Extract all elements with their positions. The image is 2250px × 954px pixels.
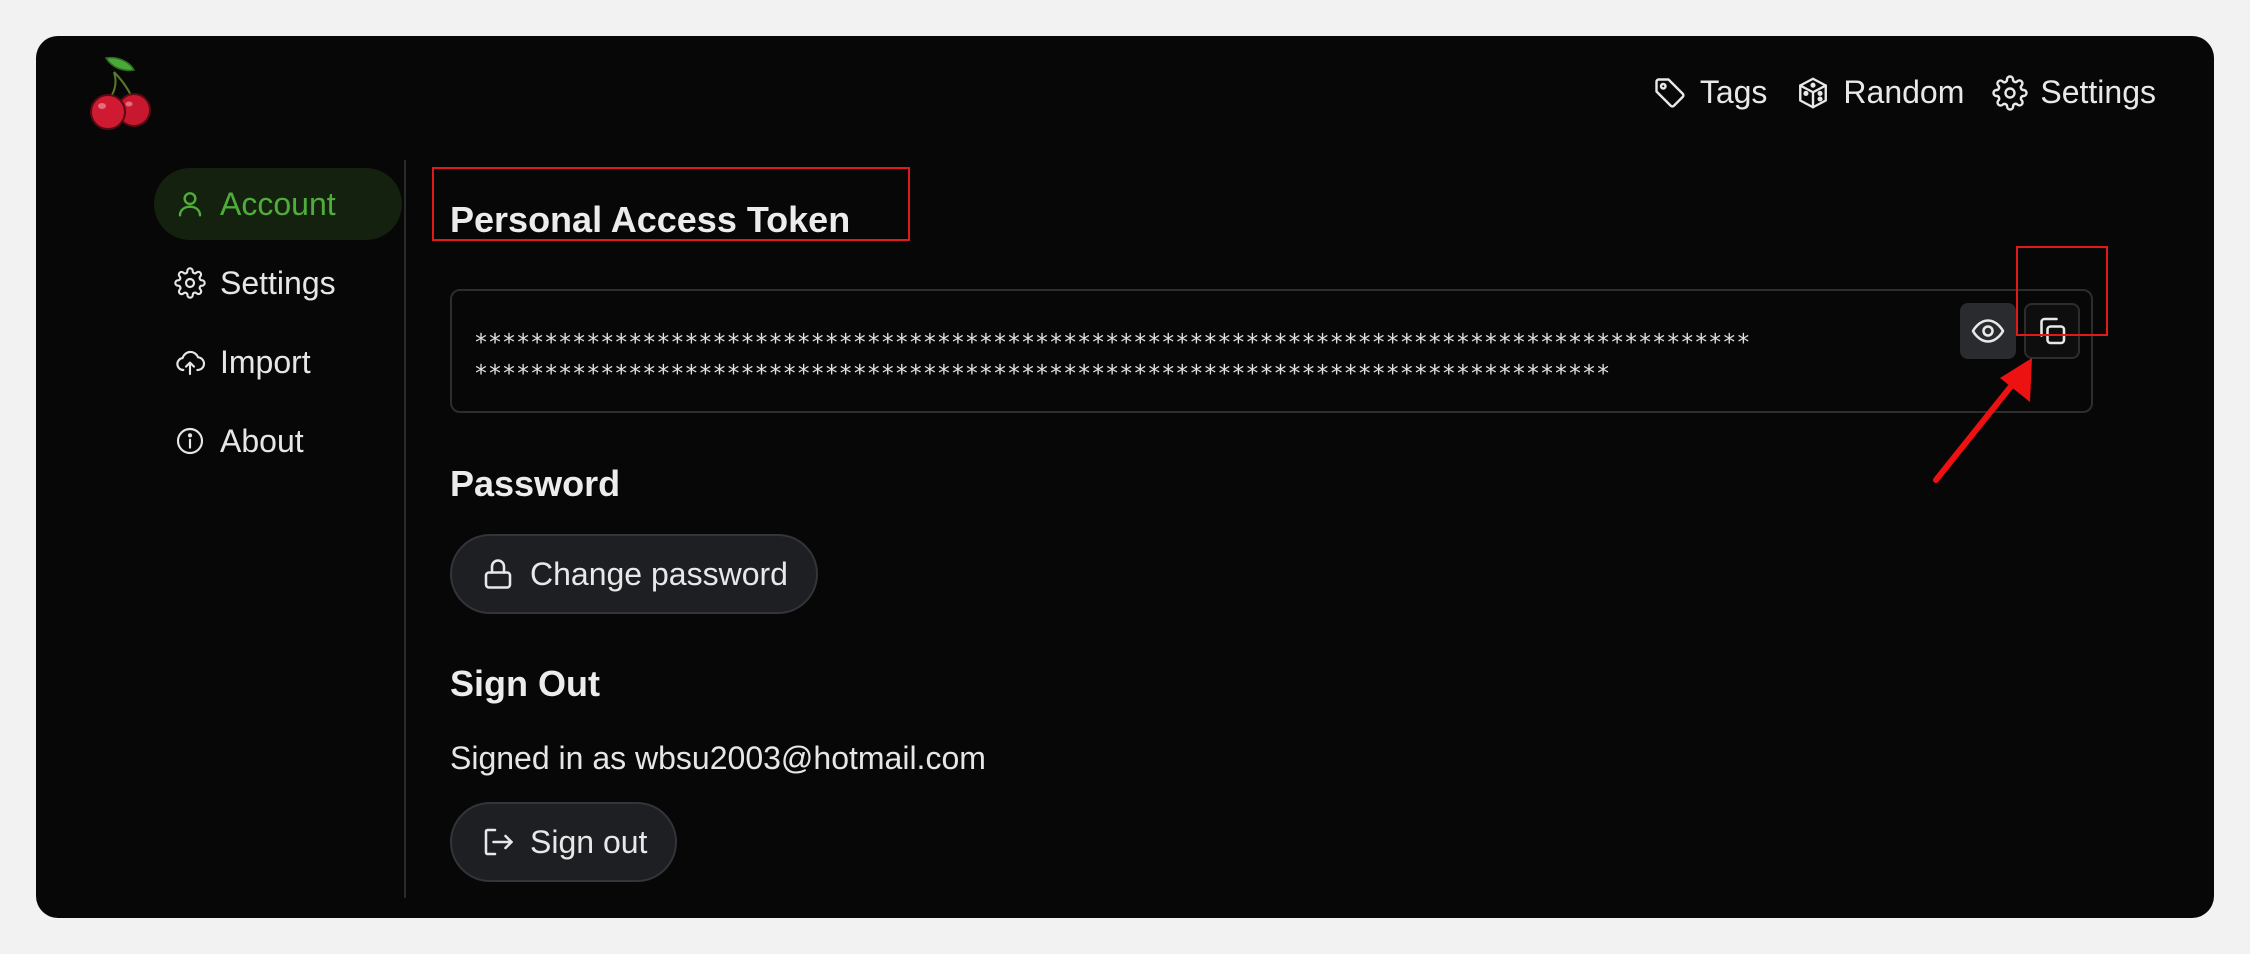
sidebar-item-label: Import (220, 343, 311, 380)
annotation-copy-button-box (2016, 246, 2108, 336)
gear-icon (174, 267, 206, 299)
change-password-button[interactable]: Change password (450, 534, 818, 614)
sidebar-item-account[interactable]: Account (154, 168, 402, 240)
sidebar-item-label: Settings (220, 264, 336, 301)
sidebar-item-label: About (220, 422, 304, 459)
nav-random[interactable]: Random (1795, 74, 1964, 111)
nav-random-label: Random (1843, 74, 1965, 110)
top-nav: Tags Random Settings (1652, 74, 2156, 111)
cloud-upload-icon (176, 350, 206, 376)
app-window: Tags Random Settings Account Settings Im… (36, 36, 2214, 918)
sidebar-item-label: Account (220, 185, 336, 222)
tag-icon (1655, 77, 1685, 108)
change-password-label: Change password (530, 555, 788, 592)
sidebar-item-settings[interactable]: Settings (154, 247, 402, 319)
nav-settings-label: Settings (2040, 74, 2156, 110)
sign-out-label: Sign out (530, 823, 648, 860)
token-value-line-1: ****************************************… (474, 329, 1751, 356)
annotation-arrow-icon (1933, 358, 2032, 483)
signed-in-text: Signed in as wbsu2003@hotmail.com (450, 740, 986, 776)
sidebar-item-import[interactable]: Import (154, 326, 402, 398)
token-field: ****************************************… (450, 289, 2093, 413)
nav-settings[interactable]: Settings (1992, 74, 2156, 111)
sidebar-divider (404, 160, 406, 898)
token-value[interactable]: ****************************************… (474, 327, 1954, 389)
sign-out-button[interactable]: Sign out (450, 802, 678, 882)
gear-icon (1992, 74, 2028, 111)
user-icon (178, 192, 202, 217)
password-heading: Password (450, 463, 621, 504)
signout-heading: Sign Out (450, 663, 600, 704)
info-icon (176, 427, 204, 455)
sidebar: Account Settings Import About (154, 168, 402, 484)
annotation-token-heading-box (432, 167, 910, 241)
cherry-logo[interactable] (84, 54, 162, 132)
sidebar-item-about[interactable]: About (154, 405, 402, 477)
token-value-line-2: ****************************************… (474, 360, 1611, 387)
dice-cube-icon (1799, 77, 1828, 108)
nav-tags-label: Tags (1699, 74, 1768, 110)
nav-tags[interactable]: Tags (1652, 74, 1768, 111)
logout-icon (484, 828, 513, 856)
lock-icon (484, 559, 512, 589)
